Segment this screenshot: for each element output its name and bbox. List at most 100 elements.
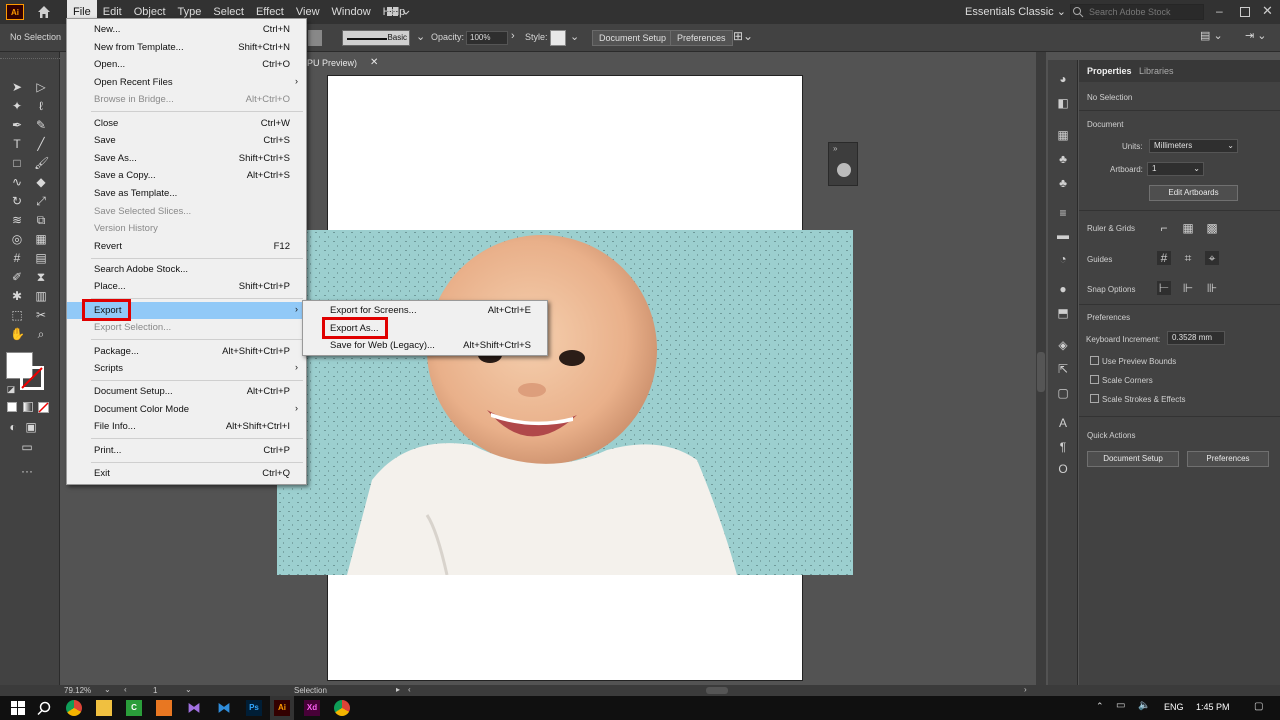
- scroll-left-icon[interactable]: ‹: [408, 685, 411, 694]
- menu-item-document-setup[interactable]: Document Setup... Alt+Ctrl+P: [67, 383, 306, 400]
- show-guides-icon[interactable]: #: [1157, 251, 1171, 265]
- transparency-icon[interactable]: ◔: [1056, 252, 1070, 266]
- eraser-tool-icon[interactable]: ◆: [34, 175, 48, 189]
- menu-item-revert[interactable]: Revert F12: [67, 238, 306, 255]
- color-guide-icon[interactable]: ◧: [1056, 96, 1070, 110]
- none-mode-icon[interactable]: [38, 402, 49, 413]
- stroke-panel-icon[interactable]: ≡: [1056, 206, 1070, 220]
- drawing-mode-icon[interactable]: ◐: [6, 420, 20, 434]
- transparency-grid-icon[interactable]: ▩: [1205, 221, 1219, 235]
- scale-strokes-checkbox[interactable]: [1090, 394, 1099, 403]
- artboard-number[interactable]: 1: [153, 686, 157, 695]
- document-setup-button[interactable]: Document Setup: [592, 30, 674, 46]
- tab-properties[interactable]: Properties: [1087, 66, 1132, 76]
- preferences-button[interactable]: Preferences: [670, 30, 733, 46]
- opentype-icon[interactable]: O: [1056, 462, 1070, 476]
- symbol-sprayer-tool-icon[interactable]: ✱: [10, 289, 24, 303]
- file-explorer-icon[interactable]: [96, 700, 112, 716]
- color-mode-icon[interactable]: [7, 402, 17, 412]
- xd-icon[interactable]: Xd: [304, 700, 320, 716]
- network-icon[interactable]: ▭: [1116, 700, 1125, 711]
- smart-guides-icon[interactable]: ⌖: [1205, 251, 1219, 265]
- stroke-swatch[interactable]: [20, 366, 44, 390]
- opacity-input[interactable]: 100%: [466, 31, 508, 45]
- snap-to-grid-icon[interactable]: ⊩: [1181, 281, 1195, 295]
- selection-tool-icon[interactable]: ➤: [10, 80, 24, 94]
- camtasia-icon[interactable]: C: [126, 700, 142, 716]
- tray-chevron-icon[interactable]: ⌃: [1096, 701, 1104, 712]
- type-tool-icon[interactable]: T: [10, 137, 24, 151]
- photoshop-icon[interactable]: Ps: [246, 700, 262, 716]
- symbols-icon[interactable]: ♣: [1056, 176, 1070, 190]
- chevron-down-icon[interactable]: ⌄: [416, 30, 425, 43]
- previous-artboard-icon[interactable]: ‹: [124, 685, 127, 694]
- free-transform-tool-icon[interactable]: ⧉: [34, 213, 48, 227]
- paragraph-icon[interactable]: ¶: [1056, 440, 1070, 454]
- default-colors-icon[interactable]: ◪: [4, 382, 18, 396]
- perspective-grid-tool-icon[interactable]: ▦: [34, 232, 48, 246]
- shaper-tool-icon[interactable]: ∿: [10, 175, 24, 189]
- language-indicator[interactable]: ENG: [1164, 702, 1184, 712]
- gradient-tool-icon[interactable]: ▤: [34, 251, 48, 265]
- line-tool-icon[interactable]: ╱: [34, 137, 48, 151]
- menu-item-scripts[interactable]: Scripts ›: [67, 360, 306, 377]
- blend-tool-icon[interactable]: ⧗: [34, 270, 48, 284]
- menu-item-new-from-template[interactable]: New from Template... Shift+Ctrl+N: [67, 39, 306, 56]
- direct-selection-tool-icon[interactable]: ▷: [34, 80, 48, 94]
- adobe-stock-search-input[interactable]: Search Adobe Stock: [1070, 4, 1204, 20]
- clock[interactable]: 1:45 PM: [1196, 702, 1230, 712]
- illustrator-taskbar-icon[interactable]: Ai: [274, 700, 290, 716]
- zoom-level[interactable]: 79.12%: [64, 686, 91, 695]
- eyedropper-tool-icon[interactable]: ✐: [10, 270, 24, 284]
- gradient-panel-icon[interactable]: ▬: [1056, 228, 1070, 242]
- paintbrush-tool-icon[interactable]: 🖌: [34, 156, 49, 170]
- swatches-icon[interactable]: ▦: [1056, 128, 1070, 142]
- chrome-icon[interactable]: [334, 700, 350, 716]
- chevron-right-icon[interactable]: ›: [511, 30, 515, 42]
- lock-guides-icon[interactable]: ⌗: [1181, 251, 1195, 265]
- home-icon[interactable]: [36, 4, 52, 20]
- layers-icon[interactable]: ◈: [1056, 338, 1070, 352]
- character-icon[interactable]: A: [1056, 416, 1070, 430]
- visual-studio-icon[interactable]: ⧓: [186, 700, 202, 716]
- snap-to-pixel-icon[interactable]: ⊪: [1205, 281, 1219, 295]
- chevron-down-icon[interactable]: ⌄: [570, 30, 579, 43]
- menu-item-save-as-template[interactable]: Save as Template...: [67, 185, 306, 202]
- menu-item-close[interactable]: Close Ctrl+W: [67, 115, 306, 132]
- panel-menu-icon[interactable]: ▤ ⌄: [1200, 29, 1223, 42]
- quick-preferences-button[interactable]: Preferences: [1187, 451, 1269, 467]
- rectangle-tool-icon[interactable]: □: [10, 156, 24, 170]
- menu-item-open[interactable]: Open... Ctrl+O: [67, 56, 306, 73]
- screen-mode-icon[interactable]: ▭: [20, 440, 34, 454]
- zoom-tool-icon[interactable]: ⌕: [34, 327, 48, 341]
- snap-to-point-icon[interactable]: ⊢: [1157, 281, 1171, 295]
- appearance-icon[interactable]: [837, 163, 851, 177]
- grid-icon[interactable]: ▦: [1181, 221, 1195, 235]
- artboard-dropdown[interactable]: 1 ⌄: [1147, 162, 1204, 176]
- workspace-switcher[interactable]: Essentials Classic ⌄: [965, 5, 1066, 18]
- shape-builder-tool-icon[interactable]: ◎: [10, 232, 24, 246]
- horizontal-scroll-thumb[interactable]: [706, 687, 728, 694]
- menu-item-file-info[interactable]: File Info... Alt+Shift+Ctrl+I: [67, 418, 306, 435]
- menu-window[interactable]: Window: [326, 0, 377, 24]
- color-panel-icon[interactable]: ◕: [1056, 72, 1070, 86]
- scroll-right-icon[interactable]: ›: [1024, 685, 1027, 694]
- pen-tool-icon[interactable]: ✒: [10, 118, 24, 132]
- use-preview-bounds-checkbox[interactable]: [1090, 356, 1099, 365]
- arrange-icon[interactable]: ⇥ ⌄: [1245, 29, 1267, 42]
- submenu-item-save-for-web[interactable]: Save for Web (Legacy)... Alt+Shift+Ctrl+S: [303, 337, 547, 354]
- menu-item-place[interactable]: Place... Shift+Ctrl+P: [67, 278, 306, 295]
- slice-tool-icon[interactable]: ✂: [34, 308, 48, 322]
- appearance-panel-icon[interactable]: ●: [1056, 282, 1070, 296]
- menu-item-open-recent[interactable]: Open Recent Files ›: [67, 74, 306, 91]
- graphic-styles-icon[interactable]: ⬒: [1056, 306, 1070, 320]
- menu-item-save[interactable]: Save Ctrl+S: [67, 132, 306, 149]
- arrange-documents-icon[interactable]: [386, 5, 412, 19]
- vertical-scrollbar[interactable]: [1036, 52, 1046, 685]
- rotate-tool-icon[interactable]: ↻: [10, 194, 24, 208]
- edit-artboards-button[interactable]: Edit Artboards: [1149, 185, 1238, 201]
- volume-icon[interactable]: 🔈: [1138, 700, 1150, 711]
- column-graph-tool-icon[interactable]: ▥: [34, 289, 48, 303]
- menu-item-new[interactable]: New... Ctrl+N: [67, 21, 306, 38]
- search-icon[interactable]: [36, 700, 52, 716]
